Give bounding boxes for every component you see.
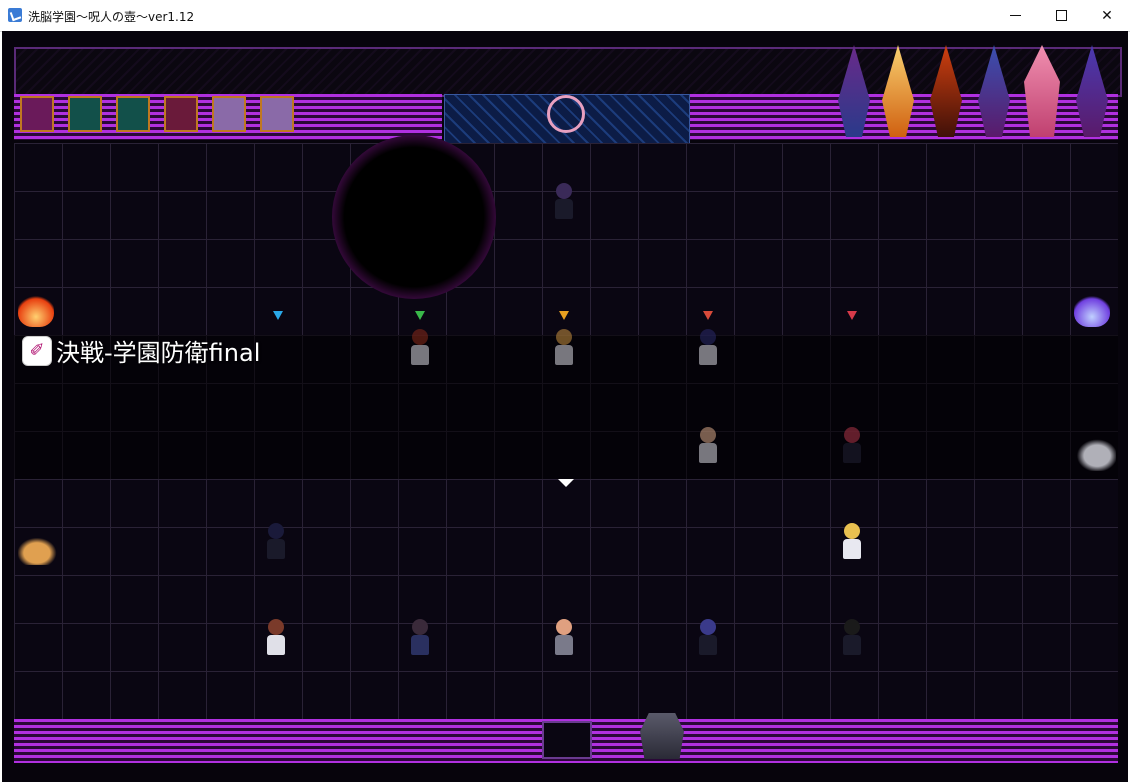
pen-icon: ✐ [22, 335, 52, 366]
maximize-button[interactable] [1038, 0, 1084, 31]
pointer-cursor-icon [558, 479, 574, 487]
portal-ring-icon [547, 95, 585, 133]
map-name-text: 決戦-学園防衛final [56, 339, 261, 367]
map-name-banner: ✐ 決戦-学園防衛final [22, 333, 260, 368]
character-3[interactable] [550, 329, 578, 369]
exit-door[interactable] [542, 721, 592, 759]
character-6[interactable] [838, 427, 866, 467]
robot-icon[interactable] [640, 713, 684, 759]
dog-icon[interactable] [18, 535, 60, 565]
character-4[interactable] [694, 329, 722, 369]
minimize-icon [1009, 15, 1021, 16]
character-13[interactable] [838, 619, 866, 659]
red-flame-icon [18, 293, 54, 327]
window-title: 洗脳学園～呪人の壺～ver1.12 [28, 10, 195, 24]
character-12[interactable] [694, 619, 722, 659]
marker-arrow-4 [703, 311, 713, 320]
character-8[interactable] [838, 523, 866, 563]
character-2[interactable] [406, 329, 434, 369]
close-icon: ✕ [1101, 7, 1113, 24]
black-hole [332, 135, 496, 299]
character-5[interactable] [694, 427, 722, 467]
character-1[interactable] [550, 183, 578, 223]
marker-arrow-2 [415, 311, 425, 320]
wall-board-2 [68, 96, 102, 132]
sheep-icon[interactable] [1074, 437, 1116, 471]
game-canvas[interactable]: ✐ 決戦-学園防衛final [2, 31, 1128, 782]
app-icon [8, 8, 22, 22]
window-titlebar: 洗脳学園～呪人の壺～ver1.12 ✕ [0, 0, 1130, 32]
minimize-button[interactable] [992, 0, 1038, 31]
blue-flame-icon [1074, 293, 1110, 327]
wall-board-5 [212, 96, 246, 132]
close-button[interactable]: ✕ [1084, 0, 1130, 31]
maximize-icon [1055, 10, 1067, 21]
character-10[interactable] [406, 619, 434, 659]
wall-board-1 [20, 96, 54, 132]
marker-arrow-5 [847, 311, 857, 320]
wall-board-4 [164, 96, 198, 132]
character-11[interactable] [550, 619, 578, 659]
marker-arrow-1 [273, 311, 283, 320]
wall-board-6 [260, 96, 294, 132]
marker-arrow-3 [559, 311, 569, 320]
wall-board-3 [116, 96, 150, 132]
character-7[interactable] [262, 523, 290, 563]
character-9[interactable] [262, 619, 290, 659]
